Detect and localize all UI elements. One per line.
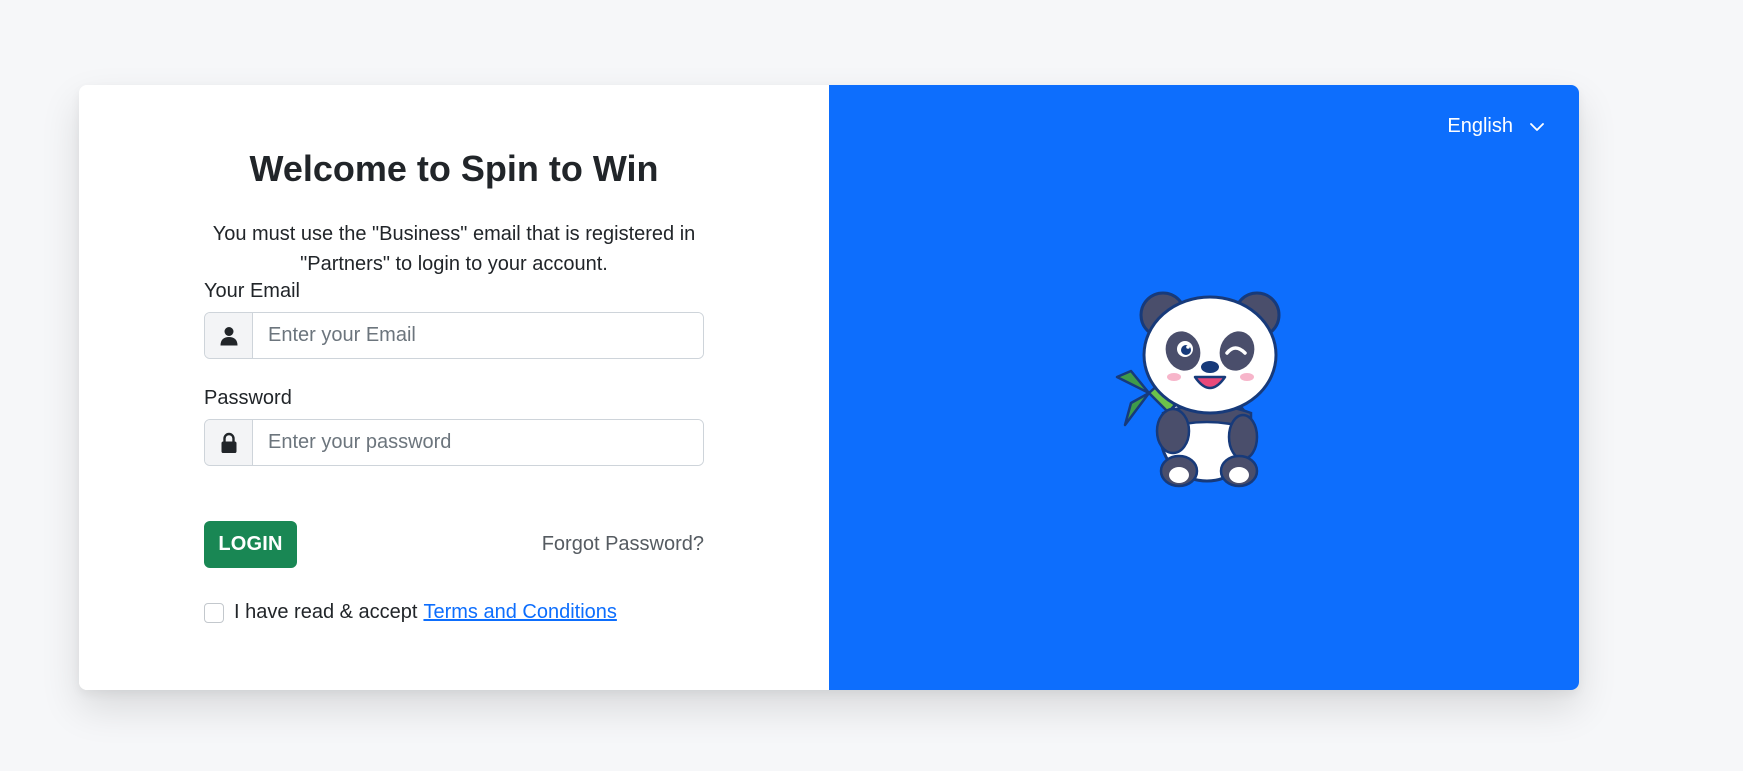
login-card: Welcome to Spin to Win You must use the … [79, 85, 1579, 690]
page-title: Welcome to Spin to Win [249, 148, 659, 189]
email-input-group [204, 312, 704, 359]
password-field[interactable] [253, 420, 703, 465]
terms-checkbox[interactable] [204, 602, 224, 623]
user-icon [205, 313, 253, 358]
login-form-panel: Welcome to Spin to Win You must use the … [79, 85, 829, 690]
language-selected-label: English [1447, 115, 1513, 137]
terms-link[interactable]: Terms and Conditions [423, 601, 616, 624]
email-label: Your Email [204, 280, 300, 302]
forgot-password-link[interactable]: Forgot Password? [542, 533, 704, 556]
password-input-group [204, 419, 704, 466]
login-instructions: You must use the "Business" email that i… [212, 223, 696, 275]
language-select[interactable]: English [1447, 115, 1545, 138]
email-field[interactable] [253, 313, 703, 358]
terms-row: I have read & accept Terms and Condition… [204, 601, 617, 624]
chevron-down-icon [1529, 122, 1545, 132]
lock-icon [205, 420, 253, 465]
password-label: Password [204, 387, 292, 409]
login-button[interactable]: LOGIN [204, 521, 297, 568]
brand-panel: English [829, 85, 1579, 690]
panda-mascot [1115, 291, 1281, 488]
terms-text: I have read & accept [234, 601, 418, 623]
